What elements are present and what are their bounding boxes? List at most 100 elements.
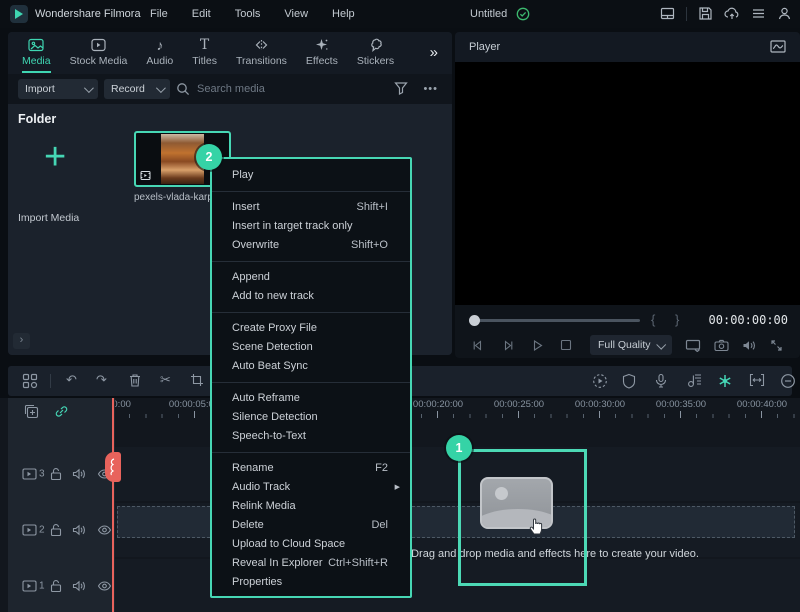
track-thumbnail-icon[interactable] [22, 524, 37, 537]
tab-media[interactable]: Media [22, 37, 51, 73]
more-options-icon[interactable]: ••• [423, 75, 438, 103]
mute-track-icon[interactable] [72, 524, 87, 537]
voiceover-mic-icon[interactable] [654, 373, 668, 389]
account-icon[interactable] [777, 6, 792, 21]
shield-icon[interactable] [622, 373, 636, 389]
tab-stickers[interactable]: Stickers [357, 37, 394, 73]
lock-track-icon[interactable] [50, 579, 62, 593]
import-dropdown[interactable]: Import [18, 79, 98, 99]
mark-out-button[interactable]: } [675, 308, 679, 332]
menu-tools[interactable]: Tools [235, 0, 261, 28]
menu-item-rename[interactable]: RenameF2 [212, 459, 410, 478]
menu-item-relink-media[interactable]: Relink Media [212, 497, 410, 516]
menu-separator [212, 261, 410, 262]
menu-separator [212, 382, 410, 383]
track-thumbnail-icon[interactable] [22, 580, 37, 593]
track-header-1: 1 [8, 559, 115, 612]
more-tabs-button[interactable]: » [430, 44, 438, 61]
scopes-icon[interactable] [770, 40, 786, 53]
playhead-grip[interactable] [105, 452, 121, 482]
fit-timeline-icon[interactable] [749, 373, 765, 387]
snapshot-camera-icon[interactable] [714, 339, 729, 352]
expand-panel-button[interactable]: › [13, 333, 30, 349]
menu-item-reveal-in-explorer[interactable]: Reveal In ExplorerCtrl+Shift+R [212, 554, 410, 573]
quality-label: Full Quality [598, 339, 651, 351]
menu-file[interactable]: File [150, 0, 168, 28]
filter-icon[interactable] [394, 81, 408, 95]
previous-frame-button[interactable] [471, 339, 485, 352]
delete-icon[interactable] [128, 373, 142, 388]
ruler-label: 00:00:25:00 [489, 399, 549, 410]
record-dropdown[interactable]: Record [104, 79, 170, 99]
crop-icon[interactable] [190, 373, 204, 387]
zoom-out-icon[interactable] [780, 373, 796, 389]
mirror-display-icon[interactable] [685, 338, 701, 352]
menu-item-scene-detection[interactable]: Scene Detection [212, 338, 410, 357]
next-frame-button[interactable] [501, 339, 515, 352]
save-icon[interactable] [698, 6, 713, 21]
playback-quality-dropdown[interactable]: Full Quality [590, 335, 672, 355]
menu-item-append[interactable]: Append [212, 268, 410, 287]
app-name: Wondershare Filmora [35, 0, 141, 28]
menu-item-create-proxy-file[interactable]: Create Proxy File [212, 319, 410, 338]
tab-label: Effects [306, 55, 338, 67]
tab-titles[interactable]: T Titles [192, 37, 217, 73]
undo-icon[interactable]: ↶ [66, 372, 77, 388]
split-scissors-icon[interactable]: ✂ [160, 372, 171, 388]
menu-item-properties[interactable]: Properties [212, 573, 410, 592]
lock-track-icon[interactable] [50, 467, 62, 481]
stop-button[interactable] [560, 339, 572, 351]
menu-view[interactable]: View [284, 0, 308, 28]
hamburger-menu-icon[interactable] [751, 6, 766, 21]
effects-tab-icon [314, 37, 329, 53]
tab-stock-media[interactable]: Stock Media [70, 37, 128, 73]
menu-item-insert-target-track[interactable]: Insert in target track only [212, 217, 410, 236]
beat-detection-icon[interactable] [717, 373, 733, 389]
menu-item-overwrite[interactable]: OverwriteShift+O [212, 236, 410, 255]
menu-edit[interactable]: Edit [192, 0, 211, 28]
hide-track-icon[interactable] [97, 525, 112, 536]
lock-track-icon[interactable] [50, 523, 62, 537]
play-button[interactable] [531, 339, 544, 352]
fullscreen-icon[interactable] [770, 339, 783, 352]
mark-in-button[interactable]: { [651, 308, 655, 332]
media-tab-icon [28, 37, 44, 53]
menu-item-auto-beat-sync[interactable]: Auto Beat Sync [212, 357, 410, 376]
menu-help[interactable]: Help [332, 0, 355, 28]
audio-mixer-icon[interactable] [686, 373, 702, 388]
seek-bar[interactable] [475, 319, 640, 322]
menu-item-add-to-new-track[interactable]: Add to new track [212, 287, 410, 306]
layout-icon[interactable] [660, 6, 675, 21]
menu-item-auto-reframe[interactable]: Auto Reframe [212, 389, 410, 408]
playhead[interactable] [112, 398, 114, 612]
menu-item-upload-to-cloud[interactable]: Upload to Cloud Space [212, 535, 410, 554]
import-media-tile[interactable]: + Import Media [18, 134, 110, 210]
menu-item-insert[interactable]: InsertShift+I [212, 198, 410, 217]
menu-item-delete[interactable]: DeleteDel [212, 516, 410, 535]
menu-item-play[interactable]: Play [212, 166, 410, 185]
track-thumbnail-icon[interactable] [22, 468, 37, 481]
tab-effects[interactable]: Effects [306, 37, 338, 73]
redo-icon[interactable]: ↷ [96, 372, 107, 388]
filmora-logo-icon[interactable] [10, 5, 28, 23]
search-bar[interactable] [176, 79, 376, 99]
menu-item-silence-detection[interactable]: Silence Detection [212, 408, 410, 427]
render-preview-icon[interactable] [592, 373, 608, 389]
link-clips-icon[interactable] [54, 404, 69, 419]
menu-item-speech-to-text[interactable]: Speech-to-Text [212, 427, 410, 446]
mute-track-icon[interactable] [72, 580, 87, 593]
search-input[interactable] [197, 83, 347, 95]
video-preview[interactable] [455, 62, 800, 305]
tab-transitions[interactable]: Transitions [236, 37, 287, 73]
hide-track-icon[interactable] [97, 581, 112, 592]
menu-item-audio-track[interactable]: Audio Track▶ [212, 478, 410, 497]
cloud-upload-icon[interactable] [724, 6, 740, 21]
media-view-toggle-icon[interactable] [22, 373, 38, 389]
folder-heading: Folder [18, 112, 56, 126]
tab-audio[interactable]: ♪ Audio [146, 37, 173, 73]
seek-handle[interactable] [469, 315, 480, 326]
mute-track-icon[interactable] [72, 468, 87, 481]
volume-icon[interactable] [742, 339, 757, 352]
add-track-icon[interactable] [24, 404, 39, 419]
stickers-tab-icon [368, 37, 383, 53]
